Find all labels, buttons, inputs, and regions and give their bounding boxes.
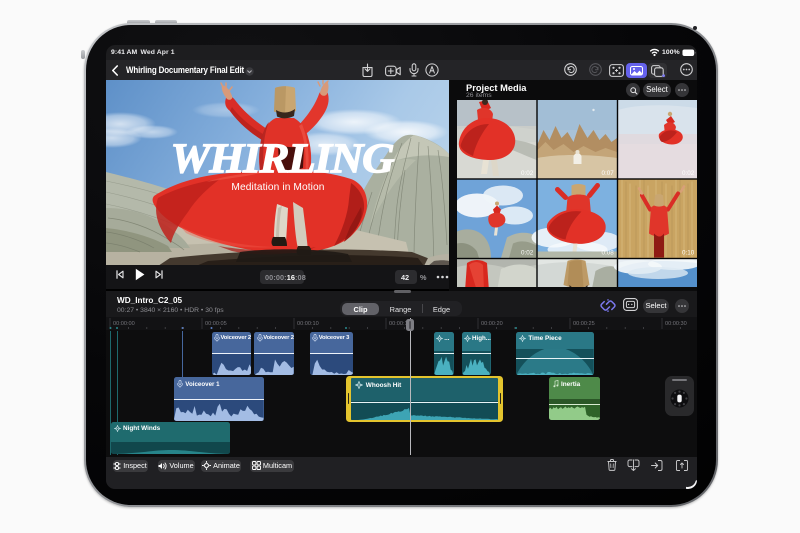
svg-text:00:00:05: 00:00:05: [205, 321, 227, 327]
svg-text:0:07: 0:07: [602, 170, 615, 177]
svg-text:00:00:00: 00:00:00: [113, 321, 135, 327]
svg-text:0:08: 0:08: [602, 250, 615, 257]
svg-text:00:00:20: 00:00:20: [481, 321, 503, 327]
svg-text:0:02: 0:02: [521, 170, 534, 177]
svg-text:0:02: 0:02: [521, 250, 534, 257]
svg-text:00:00:25: 00:00:25: [573, 321, 595, 327]
svg-text:0:02: 0:02: [682, 170, 695, 177]
svg-text:0:10: 0:10: [682, 250, 695, 257]
svg-text:00:00:30: 00:00:30: [665, 321, 687, 327]
svg-text:00:00:10: 00:00:10: [297, 321, 319, 327]
svg-text:Meditation in Motion: Meditation in Motion: [231, 182, 324, 193]
svg-text:WHIRLING: WHIRLING: [171, 136, 395, 182]
